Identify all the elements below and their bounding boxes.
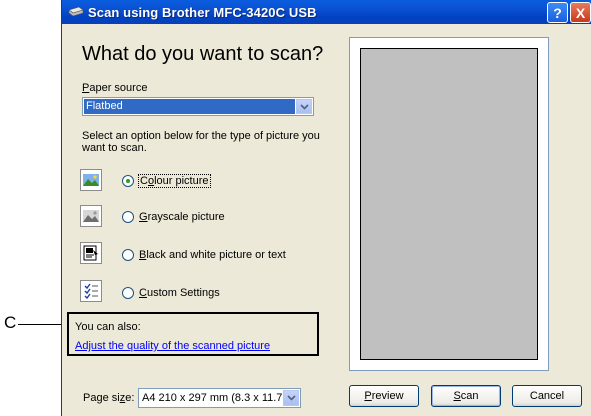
adjust-quality-link[interactable]: Adjust the quality of the scanned pictur… [75, 340, 270, 352]
preview-area[interactable] [360, 48, 538, 360]
custom-settings-label-accesskey: C [139, 287, 147, 299]
page-size-select[interactable]: A4 210 x 297 mm (8.3 x 11.7 inches) [138, 388, 301, 408]
colour-picture-icon[interactable] [80, 169, 102, 191]
grayscale-picture-label: Grayscale picture [139, 211, 225, 223]
option-black-white-picture[interactable]: Black and white picture or text [122, 249, 286, 261]
page-title: What do you want to scan? [82, 43, 324, 65]
grayscale-picture-radio[interactable] [122, 211, 134, 223]
preview-frame [349, 37, 549, 371]
preview-button-accesskey: P [364, 390, 372, 402]
paper-source-value: Flatbed [84, 99, 295, 114]
custom-settings-label: Custom Settings [139, 287, 220, 299]
chevron-down-icon[interactable] [283, 390, 299, 406]
preview-button[interactable]: Preview [349, 385, 419, 407]
scan-button-accesskey: S [453, 390, 461, 402]
scan-button-label: can [460, 390, 479, 402]
grayscale-picture-icon[interactable] [80, 205, 102, 227]
callout-letter: C [4, 313, 17, 332]
close-button[interactable]: X [570, 2, 591, 23]
window-title: Scan using Brother MFC-3420C USB [88, 4, 317, 20]
colour-picture-label-pre: C [140, 175, 148, 187]
cancel-button[interactable]: Cancel [512, 385, 582, 407]
cancel-button-label: Cancel [529, 390, 565, 402]
custom-settings-radio[interactable] [122, 287, 134, 299]
colour-picture-radio[interactable] [122, 175, 134, 187]
custom-settings-icon[interactable] [80, 280, 102, 302]
help-button[interactable]: ? [547, 2, 568, 23]
also-section: You can also: Adjust the quality of the … [67, 312, 319, 356]
option-grayscale-picture[interactable]: Grayscale picture [122, 211, 225, 223]
paper-source-label-text: aper source [89, 82, 148, 94]
grayscale-picture-label-post: rayscale picture [147, 211, 225, 223]
paper-source-select[interactable]: Flatbed [82, 97, 314, 116]
colour-picture-label: Colour picture [138, 174, 211, 188]
option-colour-picture[interactable]: Colour picture [122, 174, 211, 188]
also-label: You can also: [75, 321, 141, 333]
scan-dialog: Scan using Brother MFC-3420C USB ? X Wha… [61, 0, 591, 416]
help-icon: ? [553, 4, 562, 21]
black-white-picture-icon[interactable] [80, 242, 102, 264]
scan-button[interactable]: Scan [431, 385, 501, 407]
page-size-label: Page size: [83, 392, 134, 404]
page-size-label-post: e: [125, 392, 135, 404]
chevron-down-icon[interactable] [296, 99, 312, 114]
scanner-icon [68, 5, 84, 19]
close-icon: X [575, 4, 586, 21]
page-size-value: A4 210 x 297 mm (8.3 x 11.7 inches) [142, 392, 282, 404]
grayscale-picture-label-accesskey: G [139, 211, 148, 223]
black-white-picture-label: Black and white picture or text [139, 249, 286, 261]
paper-source-label: Paper source [82, 82, 147, 94]
colour-picture-label-post: lour picture [154, 175, 209, 187]
page-size-label-pre: Page si [83, 392, 120, 404]
title-bar[interactable]: Scan using Brother MFC-3420C USB ? X [62, 0, 591, 24]
custom-settings-label-post: ustom Settings [146, 287, 220, 299]
black-white-picture-label-post: lack and white picture or text [146, 249, 286, 261]
black-white-picture-radio[interactable] [122, 249, 134, 261]
preview-button-label: review [371, 390, 404, 402]
option-custom-settings[interactable]: Custom Settings [122, 287, 220, 299]
callout-line [18, 324, 66, 325]
instructions-text: Select an option below for the type of p… [82, 130, 320, 154]
